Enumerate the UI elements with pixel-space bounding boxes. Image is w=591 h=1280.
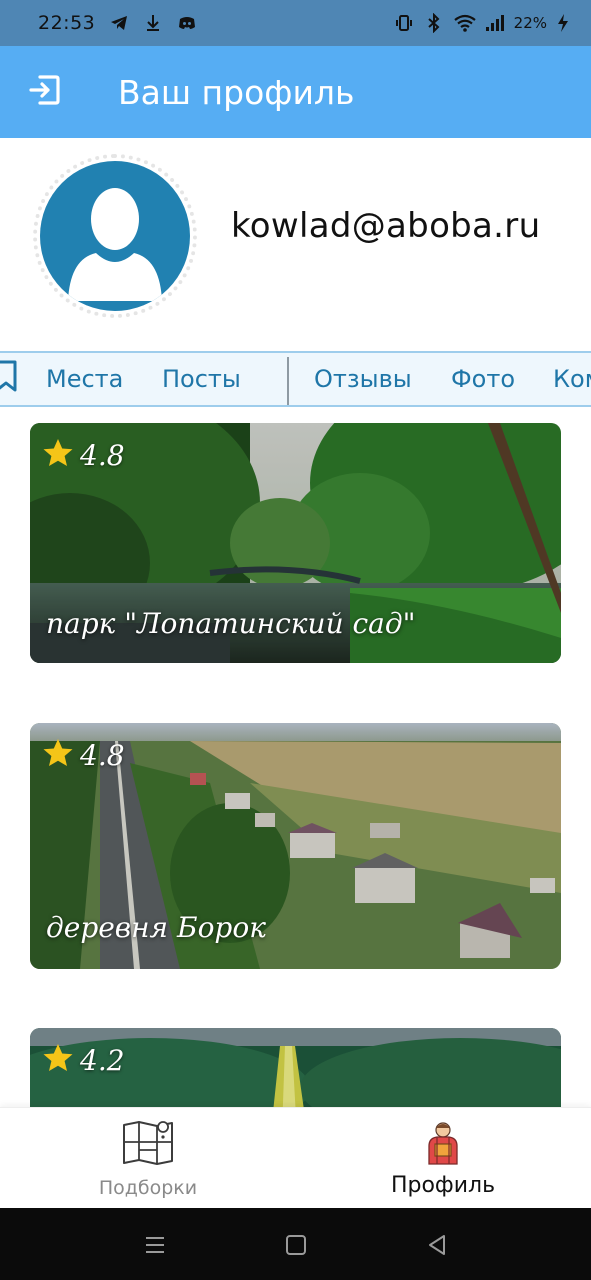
rating: 4.2 — [42, 1042, 125, 1079]
page-title: Ваш профиль — [118, 72, 355, 112]
tab-photos[interactable]: Фото — [451, 353, 515, 405]
telegram-icon — [109, 13, 129, 33]
home-button[interactable] — [281, 1230, 311, 1260]
rating-value: 4.8 — [80, 739, 125, 772]
place-card[interactable]: 4.8 парк "Лопатинский сад" — [30, 423, 561, 663]
nav-collections[interactable]: Подборки — [48, 1108, 248, 1209]
rating: 4.8 — [42, 737, 125, 774]
place-card[interactable]: 4.8 деревня Борок — [30, 723, 561, 969]
avatar[interactable] — [33, 154, 197, 318]
back-button[interactable] — [422, 1230, 452, 1260]
tab-comments[interactable]: Ком — [553, 353, 591, 405]
bookmark-icon — [0, 359, 20, 399]
wifi-icon — [453, 13, 476, 33]
signal-icon — [484, 13, 504, 33]
nav-collections-label: Подборки — [98, 1177, 198, 1199]
profile-header: kowlad@aboba.ru — [0, 138, 591, 350]
charging-icon — [557, 13, 569, 33]
download-icon — [143, 13, 163, 33]
rating: 4.8 — [42, 437, 125, 474]
rating-value: 4.2 — [80, 1044, 125, 1077]
nav-profile-label: Профиль — [390, 1173, 496, 1198]
battery-level: 22% — [513, 14, 547, 32]
system-navigation-bar — [0, 1208, 591, 1280]
logout-button[interactable] — [20, 67, 70, 117]
tab-places[interactable]: Места — [46, 353, 123, 405]
avatar-placeholder-icon — [40, 161, 190, 311]
star-icon — [42, 1042, 74, 1079]
app-bar: Ваш профиль — [0, 46, 591, 138]
rating-value: 4.8 — [80, 439, 125, 472]
star-icon — [42, 437, 74, 474]
menu-icon — [140, 1237, 170, 1264]
traveler-icon — [423, 1120, 463, 1171]
back-icon — [422, 1235, 452, 1264]
place-title: парк "Лопатинский сад" — [46, 607, 416, 640]
map-icon — [121, 1120, 175, 1171]
discord-icon — [177, 13, 197, 33]
profile-tabs: Места Посты Отзывы Фото Ком — [0, 351, 591, 407]
place-title: деревня Борок — [46, 911, 266, 944]
menu-button[interactable] — [140, 1230, 170, 1260]
places-list: 4.8 парк "Лопатинский сад" 4.8 деревня Б… — [0, 407, 591, 1107]
home-icon — [281, 1235, 311, 1264]
tab-divider — [287, 357, 289, 405]
bottom-navigation: Подборки Профиль — [0, 1107, 591, 1208]
place-card[interactable]: 4.2 — [30, 1028, 561, 1107]
tab-posts[interactable]: Посты — [162, 353, 241, 405]
tab-bookmarks[interactable] — [0, 353, 20, 405]
status-bar: 22:53 22% — [0, 0, 591, 46]
star-icon — [42, 737, 74, 774]
vibrate-icon — [394, 13, 414, 33]
bluetooth-icon — [424, 12, 444, 34]
user-email: kowlad@aboba.ru — [231, 206, 541, 246]
nav-profile[interactable]: Профиль — [343, 1108, 543, 1209]
tab-reviews[interactable]: Отзывы — [314, 353, 412, 405]
logout-icon — [28, 73, 62, 112]
status-time: 22:53 — [38, 12, 96, 34]
